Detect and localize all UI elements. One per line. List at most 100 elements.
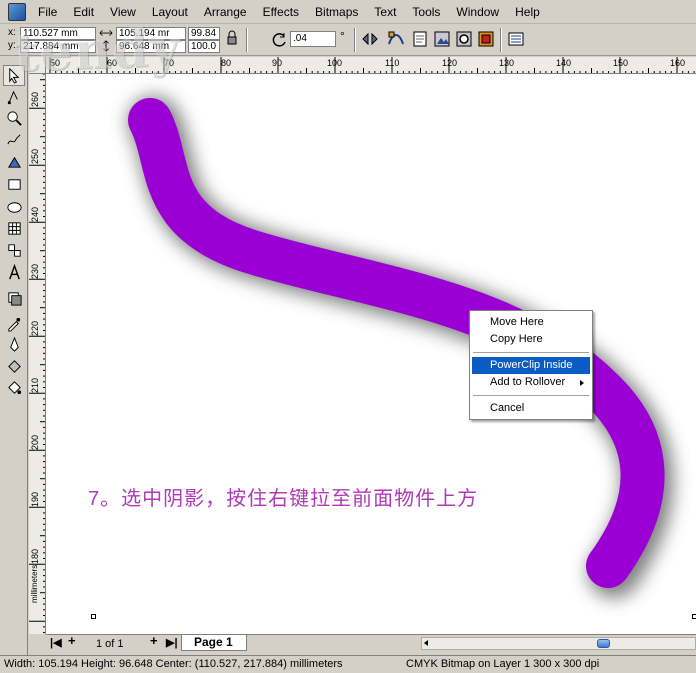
ruler-label: 90 (272, 58, 283, 68)
menu-separator (473, 352, 589, 353)
menu-layout[interactable]: Layout (144, 1, 196, 23)
basic-shapes-tool-icon[interactable] (3, 240, 25, 261)
page-count: 1 of 1 (96, 638, 124, 650)
menu-move-here[interactable]: Move Here (472, 314, 590, 331)
menu-tools[interactable]: Tools (404, 1, 448, 23)
width-field[interactable]: 105.194 mr (116, 27, 186, 40)
status-object-info: CMYK Bitmap on Layer 1 300 x 300 dpi (406, 658, 600, 670)
status-dimensions: Width: 105.194 Height: 96.648 Center: (1… (4, 658, 343, 670)
ruler-label: 60 (107, 58, 118, 68)
submenu-arrow-icon (580, 380, 584, 386)
y-position-field[interactable]: 217.884 mm (20, 40, 96, 53)
y-label: y: (8, 40, 16, 51)
shape-tool-icon[interactable] (3, 87, 25, 108)
eyedropper-tool-icon[interactable] (3, 313, 25, 334)
vertical-ruler[interactable]: 260 250 240 230 220 210 200 190 180 (29, 74, 46, 634)
toolbox (0, 57, 28, 657)
ruler-label: 180 (30, 548, 40, 564)
ruler-ticks (49, 57, 695, 73)
menu-cancel[interactable]: Cancel (472, 400, 590, 417)
separator (354, 28, 356, 52)
first-page-icon[interactable]: |◀ (50, 637, 62, 649)
context-menu: Move Here Copy Here PowerClip Inside Add… (469, 310, 593, 420)
freehand-tool-icon[interactable] (3, 129, 25, 150)
text-tool-icon[interactable] (3, 262, 25, 283)
rotate-icon (270, 30, 290, 50)
ruler-label: 100 (327, 58, 343, 68)
app-icon[interactable] (8, 2, 26, 21)
scale-x-field[interactable]: 99.84 (188, 27, 220, 40)
lock-ratio-icon[interactable] (222, 28, 242, 48)
zoom-tool-icon[interactable] (3, 108, 25, 129)
menu-add-to-rollover[interactable]: Add to Rollover (472, 374, 590, 391)
bitmap-edit-icon[interactable] (410, 29, 430, 49)
menu-window[interactable]: Window (448, 1, 507, 23)
menu-bitmaps[interactable]: Bitmaps (307, 1, 366, 23)
trace-bitmap-icon[interactable] (432, 29, 452, 49)
outline-tool-icon[interactable] (3, 334, 25, 355)
coreldraw-window: File Edit View Layout Arrange Effects Bi… (0, 0, 696, 673)
ruler-label: 140 (556, 58, 572, 68)
menu-copy-here[interactable]: Copy Here (472, 331, 590, 348)
menu-view[interactable]: View (102, 1, 144, 23)
ruler-label: 80 (221, 58, 232, 68)
x-label: x: (8, 27, 16, 38)
menu-help[interactable]: Help (507, 1, 548, 23)
interactive-tool-icon[interactable] (3, 288, 25, 309)
ruler-label: 200 (30, 434, 40, 450)
settings-icon[interactable] (454, 29, 474, 49)
rotation-field[interactable]: .04 (290, 31, 336, 47)
interactive-fill-tool-icon[interactable] (3, 377, 25, 398)
tutorial-caption: 7。选中阴影，按住右键拉至前面物件上方 (88, 488, 479, 510)
fill-tool-icon[interactable] (3, 356, 25, 377)
ruler-label: 50 (50, 58, 61, 68)
ruler-label: 150 (613, 58, 629, 68)
selection-handle[interactable] (91, 614, 96, 619)
menu-file[interactable]: File (30, 1, 65, 23)
add-page-after-icon[interactable]: + (150, 634, 158, 647)
menu-effects[interactable]: Effects (255, 1, 307, 23)
ellipse-tool-icon[interactable] (3, 197, 25, 218)
ruler-label: 160 (670, 58, 686, 68)
ruler-label: 250 (30, 148, 40, 164)
polygon-tool-icon[interactable] (3, 218, 25, 239)
convert-curves-icon[interactable] (386, 29, 406, 49)
horizontal-scrollbar[interactable] (421, 637, 696, 650)
drawing-canvas[interactable]: 7。选中阴影，按住右键拉至前面物件上方 (46, 74, 696, 634)
degree-label: ° (340, 29, 345, 43)
page-tab[interactable]: Page 1 (181, 635, 247, 651)
ruler-label: 230 (30, 263, 40, 279)
menu-separator (473, 395, 589, 396)
x-position-field[interactable]: 110.527 mm (20, 27, 96, 40)
menu-arrange[interactable]: Arrange (196, 1, 255, 23)
ruler-label: 190 (30, 491, 40, 507)
wrap-text-icon[interactable] (506, 29, 526, 49)
scroll-left-icon[interactable] (424, 640, 428, 646)
separator (246, 28, 248, 52)
horizontal-ruler[interactable]: 50 60 70 80 90 100 110 120 130 140 150 1… (46, 57, 696, 74)
menu-powerclip-inside[interactable]: PowerClip Inside (472, 357, 590, 374)
ruler-label: 210 (30, 377, 40, 393)
scale-y-field[interactable]: 100.0 (188, 40, 220, 53)
menu-bar: File Edit View Layout Arrange Effects Bi… (0, 0, 696, 24)
color-mask-icon[interactable] (476, 29, 496, 49)
height-icon (98, 39, 114, 52)
menu-text[interactable]: Text (366, 1, 404, 23)
ruler-label: 130 (499, 58, 515, 68)
rectangle-tool-icon[interactable] (3, 174, 25, 195)
mirror-icon[interactable] (360, 29, 380, 49)
ruler-label: 220 (30, 320, 40, 336)
selection-handle[interactable] (692, 614, 696, 619)
canvas-drawing (128, 96, 674, 598)
ruler-label: 70 (164, 58, 175, 68)
height-field[interactable]: 96.648 mm (116, 40, 186, 53)
ruler-corner[interactable] (29, 57, 46, 74)
pick-tool-icon[interactable] (3, 65, 25, 86)
separator (500, 28, 502, 52)
smart-fill-tool-icon[interactable] (3, 151, 25, 172)
scroll-thumb[interactable] (597, 639, 610, 648)
add-page-before-icon[interactable]: + (68, 634, 76, 647)
menu-edit[interactable]: Edit (65, 1, 102, 23)
last-page-icon[interactable]: ▶| (166, 637, 178, 649)
ruler-label: 110 (385, 58, 400, 68)
